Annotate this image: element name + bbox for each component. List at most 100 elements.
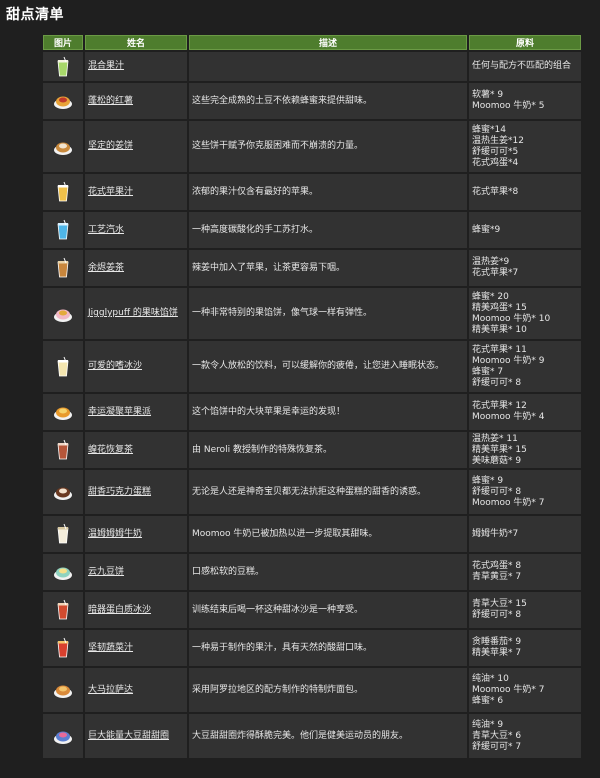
recipe-name-link[interactable]: 工艺汽水 — [88, 225, 124, 235]
name-cell: 可爱的嗜冰沙 — [85, 341, 187, 392]
ginger-cookie-icon — [52, 136, 74, 158]
image-cell — [43, 516, 83, 552]
recipe-name-link[interactable]: 余烬姜茶 — [88, 263, 124, 273]
ingredient-item: 蜂蜜*9 — [472, 224, 501, 235]
description-cell: 辣姜中加入了苹果，让茶更容易下咽。 — [189, 250, 467, 286]
name-cell: 坚韧蔬菜汁 — [85, 630, 187, 666]
ingredient-item: 精美鸡蛋* 15 — [472, 302, 527, 313]
ingredient-item: 青草大豆* 15 — [472, 599, 527, 609]
recipe-name-link[interactable]: 坚韧蔬菜汁 — [88, 643, 133, 653]
ingredient-item: 精美苹果* 7 — [472, 648, 522, 658]
recipe-name-link[interactable]: 花式苹果汁 — [88, 187, 133, 197]
ingredients-cell: 花式苹果*8 — [469, 174, 581, 210]
ingredient-item: 舒缓可可*5 — [472, 146, 519, 157]
ingredient-item: 花式苹果* 11 — [472, 344, 527, 355]
recipe-name-link[interactable]: 大马拉萨达 — [88, 685, 133, 695]
image-cell — [43, 714, 83, 758]
name-cell: 坚定的姜饼 — [85, 121, 187, 172]
ingredient-item: 贪睡番茄* 9 — [472, 637, 522, 647]
ingredients-cell: 纯油* 9 青草大豆* 6 舒缓可可* 7 — [469, 714, 581, 758]
ingredients-cell: 花式鸡蛋* 8 青草黄豆* 7 — [469, 554, 581, 590]
header-name: 姓名 — [85, 35, 187, 50]
ingredient-item: 蜂蜜* 20 — [472, 291, 509, 302]
table-row: 幸运凝聚苹果派 这个馅饼中的大块苹果是幸运的发现！ 花式苹果* 12 Moomoo 牛… — [43, 394, 581, 430]
recipe-name-link[interactable]: 混合果汁 — [88, 61, 124, 71]
recipe-name-link[interactable]: 幸运凝聚苹果派 — [88, 407, 151, 417]
description-cell: 这个馅饼中的大块苹果是幸运的发现！ — [189, 394, 467, 430]
recipe-name-link[interactable]: 坚定的姜饼 — [88, 141, 133, 151]
recipe-name-link[interactable]: 可爱的嗜冰沙 — [88, 361, 142, 371]
ingredients-cell: 蜂蜜* 9 舒缓可可* 8 Moomoo 牛奶* 7 — [469, 470, 581, 514]
baked-sweet-potato-icon — [52, 90, 74, 112]
recipe-name-link[interactable]: 温姆姆姆牛奶 — [88, 529, 142, 539]
ingredient-item: 花式苹果*7 — [472, 268, 519, 278]
table-row: 坚韧蔬菜汁 一种易于制作的果汁，具有天然的酸甜口味。 贪睡番茄* 9 精美苹果* 7 — [43, 630, 581, 666]
table-row: 暗器蛋白质冰沙 训练结束后喝一杯这种甜冰沙是一种享受。 青草大豆* 15 舒缓可可* … — [43, 592, 581, 628]
ingredient-item: 花式鸡蛋*4 — [472, 157, 519, 168]
ingredient-item: 姆姆牛奶*7 — [472, 528, 519, 539]
image-cell — [43, 250, 83, 286]
name-cell: 甜香巧克力蛋糕 — [85, 470, 187, 514]
ingredient-item: 蜂蜜*14 — [472, 124, 506, 135]
ingredient-item: 温热姜*9 — [472, 257, 510, 267]
jiggly-pie-icon — [52, 303, 74, 325]
table-row: 工艺汽水 一种高度碳酸化的手工苏打水。 蜂蜜*9 — [43, 212, 581, 248]
description-cell: 大豆甜甜圈炸得酥脆完美。他们是健美运动员的朋友。 — [189, 714, 467, 758]
soda-icon — [52, 219, 74, 241]
ginger-tea-icon — [52, 257, 74, 279]
image-cell — [43, 121, 83, 172]
table-row: 可爱的嗜冰沙 一款令人放松的饮料，可以缓解你的疲倦，让您进入睡眠状态。 花式苹果* … — [43, 341, 581, 392]
name-cell: Jigglypuff 的果味馅饼 — [85, 288, 187, 339]
ingredients-cell: 温热姜* 11 精美苹果* 15 美味蘑菇* 9 — [469, 432, 581, 468]
veggie-juice-icon — [52, 637, 74, 659]
image-cell — [43, 394, 83, 430]
recipe-name-link[interactable]: 暗器蛋白质冰沙 — [88, 605, 151, 615]
ingredient-item: 蜂蜜* 6 — [472, 695, 504, 706]
description-cell: 采用阿罗拉地区的配方制作的特制炸面包。 — [189, 668, 467, 712]
ingredient-item: 舒缓可可* 7 — [472, 741, 522, 752]
recipe-name-link[interactable]: Jigglypuff 的果味馅饼 — [88, 308, 178, 318]
ingredients-cell: 贪睡番茄* 9 精美苹果* 7 — [469, 630, 581, 666]
name-cell: 温姆姆姆牛奶 — [85, 516, 187, 552]
image-cell — [43, 212, 83, 248]
recipe-name-link[interactable]: 巨大能量大豆甜甜圈 — [88, 731, 169, 741]
description-cell: 浓郁的果汁仅含有最好的苹果。 — [189, 174, 467, 210]
ingredients-cell: 花式苹果* 12 Moomoo 牛奶* 4 — [469, 394, 581, 430]
description-cell: 无论是人还是神奇宝贝都无法抗拒这种蛋糕的甜香的诱惑。 — [189, 470, 467, 514]
ingredient-item: 蜂蜜* 7 — [472, 366, 504, 377]
ingredients-cell: 软薯* 9 Moomoo 牛奶* 5 — [469, 83, 581, 119]
table-row: 巨大能量大豆甜甜圈 大豆甜甜圈炸得酥脆完美。他们是健美运动员的朋友。 纯油* 9 青草… — [43, 714, 581, 758]
recipe-name-link[interactable]: 蝗花恢复茶 — [88, 445, 133, 455]
table-row: 大马拉萨达 采用阿罗拉地区的配方制作的特制炸面包。 纯油* 10 Moomoo 牛奶*… — [43, 668, 581, 712]
name-cell: 蓬松的红薯 — [85, 83, 187, 119]
image-cell — [43, 288, 83, 339]
ingredients-cell: 蜂蜜*14 温热生姜*12 舒缓可可*5 花式鸡蛋*4 — [469, 121, 581, 172]
ingredient-item: 花式鸡蛋* 8 — [472, 561, 522, 571]
table-row: 坚定的姜饼 这些饼干赋予你克服困难而不崩溃的力量。 蜂蜜*14 温热生姜*12 舒缓可可… — [43, 121, 581, 172]
recipe-name-link[interactable]: 蓬松的红薯 — [88, 96, 133, 106]
ingredient-item: 纯油* 9 — [472, 719, 504, 730]
name-cell: 余烬姜茶 — [85, 250, 187, 286]
table-row: 温姆姆姆牛奶 Moomoo 牛奶已被加热以进一步提取其甜味。 姆姆牛奶*7 — [43, 516, 581, 552]
ingredient-item: 花式苹果*8 — [472, 186, 519, 197]
table-row: 余烬姜茶 辣姜中加入了苹果，让茶更容易下咽。 温热姜*9 花式苹果*7 — [43, 250, 581, 286]
ingredient-item: 软薯* 9 — [472, 90, 504, 100]
ingredient-item: 纯油* 10 — [472, 673, 509, 684]
table-row: 甜香巧克力蛋糕 无论是人还是神奇宝贝都无法抗拒这种蛋糕的甜香的诱惑。 蜂蜜* 9 舒缓… — [43, 470, 581, 514]
ingredient-item: 精美苹果* 10 — [472, 324, 527, 335]
ingredient-item: Moomoo 牛奶* 4 — [472, 412, 545, 422]
name-cell: 幸运凝聚苹果派 — [85, 394, 187, 430]
pancake-icon — [52, 561, 74, 583]
ingredient-item: 任何与配方不匹配的组合 — [472, 61, 572, 71]
ingredients-cell: 纯油* 10 Moomoo 牛奶* 7 蜂蜜* 6 — [469, 668, 581, 712]
name-cell: 大马拉萨达 — [85, 668, 187, 712]
name-cell: 花式苹果汁 — [85, 174, 187, 210]
recipe-name-link[interactable]: 甜香巧克力蛋糕 — [88, 487, 151, 497]
table-header-row: 图片 姓名 描述 原料 — [43, 35, 581, 50]
recipe-name-link[interactable]: 云九豆饼 — [88, 567, 124, 577]
protein-shake-icon — [52, 599, 74, 621]
herbal-tea-icon — [52, 439, 74, 461]
description-cell: 训练结束后喝一杯这种甜冰沙是一种享受。 — [189, 592, 467, 628]
ingredient-item: 青草大豆* 6 — [472, 730, 522, 741]
ingredients-cell: 花式苹果* 11 Moomoo 牛奶* 9 蜂蜜* 7 舒缓可可* 8 — [469, 341, 581, 392]
